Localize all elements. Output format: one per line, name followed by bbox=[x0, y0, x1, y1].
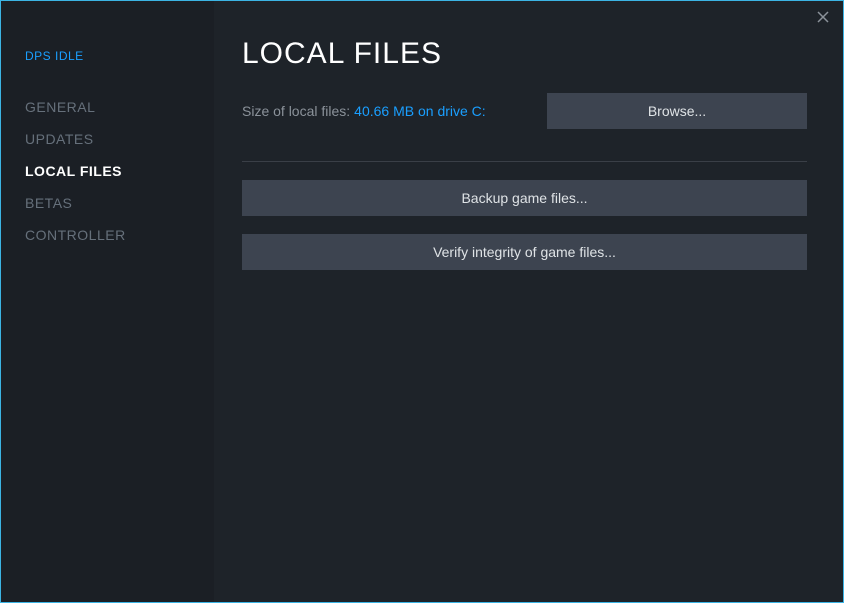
size-text: Size of local files: 40.66 MB on drive C… bbox=[242, 103, 486, 119]
sidebar-item-local-files[interactable]: LOCAL FILES bbox=[25, 155, 190, 187]
sidebar-item-controller[interactable]: CONTROLLER bbox=[25, 219, 190, 251]
sidebar-item-general[interactable]: GENERAL bbox=[25, 91, 190, 123]
verify-button[interactable]: Verify integrity of game files... bbox=[242, 234, 807, 270]
close-icon[interactable] bbox=[813, 7, 833, 27]
content-area: LOCAL FILES Size of local files: 40.66 M… bbox=[214, 1, 843, 602]
sidebar: DPS IDLE GENERAL UPDATES LOCAL FILES BET… bbox=[1, 1, 214, 602]
page-title: LOCAL FILES bbox=[242, 37, 807, 71]
game-title: DPS IDLE bbox=[25, 49, 190, 63]
size-row: Size of local files: 40.66 MB on drive C… bbox=[242, 93, 807, 129]
divider bbox=[242, 161, 807, 162]
size-value: 40.66 MB on drive C: bbox=[354, 103, 486, 119]
size-label: Size of local files: bbox=[242, 103, 350, 119]
sidebar-item-updates[interactable]: UPDATES bbox=[25, 123, 190, 155]
sidebar-item-betas[interactable]: BETAS bbox=[25, 187, 190, 219]
backup-button[interactable]: Backup game files... bbox=[242, 180, 807, 216]
browse-button[interactable]: Browse... bbox=[547, 93, 807, 129]
